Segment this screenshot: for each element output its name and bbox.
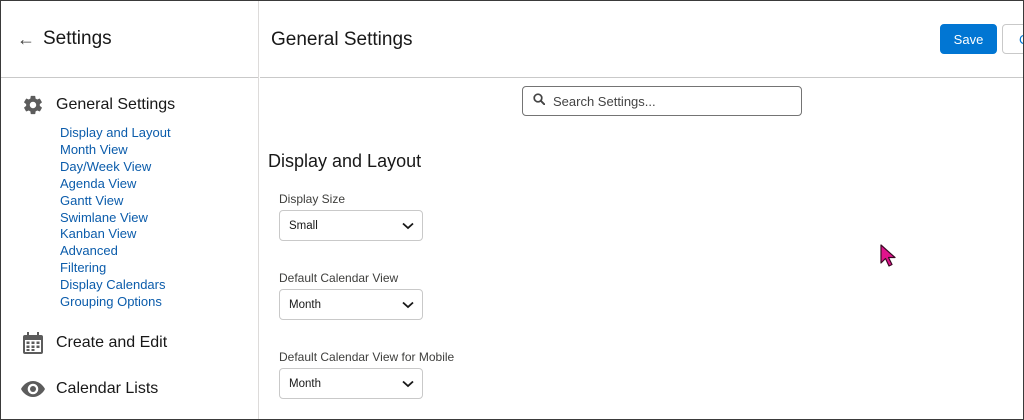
mouse-cursor-icon: [880, 244, 898, 273]
main-header: General Settings Save C: [260, 1, 1023, 78]
main-panel: General Settings Save C Display and Layo…: [260, 1, 1023, 419]
search-field[interactable]: [522, 86, 802, 116]
sublink-display-calendars[interactable]: Display Calendars: [60, 277, 171, 294]
display-size-select[interactable]: Small: [279, 210, 423, 241]
save-button[interactable]: Save: [940, 24, 997, 54]
sidebar-header: ← Settings: [1, 1, 258, 78]
sublink-month-view[interactable]: Month View: [60, 142, 171, 159]
default-calendar-view-mobile-select[interactable]: Month: [279, 368, 423, 399]
sidebar-title: Settings: [43, 28, 112, 49]
calendar-icon: [21, 331, 45, 355]
chevron-down-icon: [402, 378, 414, 390]
sidebar-section-calendar-lists[interactable]: Calendar Lists: [21, 377, 158, 401]
default-calendar-view-select[interactable]: Month: [279, 289, 423, 320]
select-value: Small: [289, 219, 318, 232]
app-window: ← Settings General Settings Display and …: [0, 0, 1024, 420]
sidebar-section-label: General Settings: [56, 96, 176, 113]
sidebar-section-create-and-edit[interactable]: Create and Edit: [21, 331, 167, 355]
sidebar-section-label: Create and Edit: [56, 334, 168, 351]
eye-icon: [21, 377, 45, 401]
select-value: Month: [289, 377, 321, 390]
sublink-grouping-options[interactable]: Grouping Options: [60, 294, 171, 311]
sublink-display-and-layout[interactable]: Display and Layout: [60, 125, 171, 142]
sidebar-section-label: Calendar Lists: [56, 380, 159, 397]
search-icon: [533, 92, 546, 110]
search-input[interactable]: [553, 93, 783, 109]
chevron-down-icon: [402, 220, 414, 232]
default-calendar-view-mobile-label: Default Calendar View for Mobile: [279, 350, 455, 364]
general-settings-sublinks: Display and Layout Month View Day/Week V…: [60, 125, 171, 311]
chevron-down-icon: [402, 299, 414, 311]
sublink-kanban-view[interactable]: Kanban View: [60, 226, 171, 243]
section-title: Display and Layout: [268, 151, 422, 171]
gear-icon: [21, 93, 45, 117]
default-calendar-view-label: Default Calendar View: [279, 271, 399, 285]
page-title: General Settings: [271, 29, 413, 50]
sublink-gantt-view[interactable]: Gantt View: [60, 193, 171, 210]
display-size-label: Display Size: [279, 192, 346, 206]
sidebar-section-general-settings[interactable]: General Settings: [21, 93, 175, 117]
back-arrow-icon[interactable]: ←: [17, 29, 43, 50]
cancel-button[interactable]: C: [1002, 24, 1023, 54]
sublink-day-week-view[interactable]: Day/Week View: [60, 159, 171, 176]
sublink-filtering[interactable]: Filtering: [60, 260, 171, 277]
sublink-agenda-view[interactable]: Agenda View: [60, 176, 171, 193]
select-value: Month: [289, 298, 321, 311]
sublink-swimlane-view[interactable]: Swimlane View: [60, 210, 171, 227]
sidebar: ← Settings General Settings Display and …: [1, 1, 259, 419]
sublink-advanced[interactable]: Advanced: [60, 243, 171, 260]
